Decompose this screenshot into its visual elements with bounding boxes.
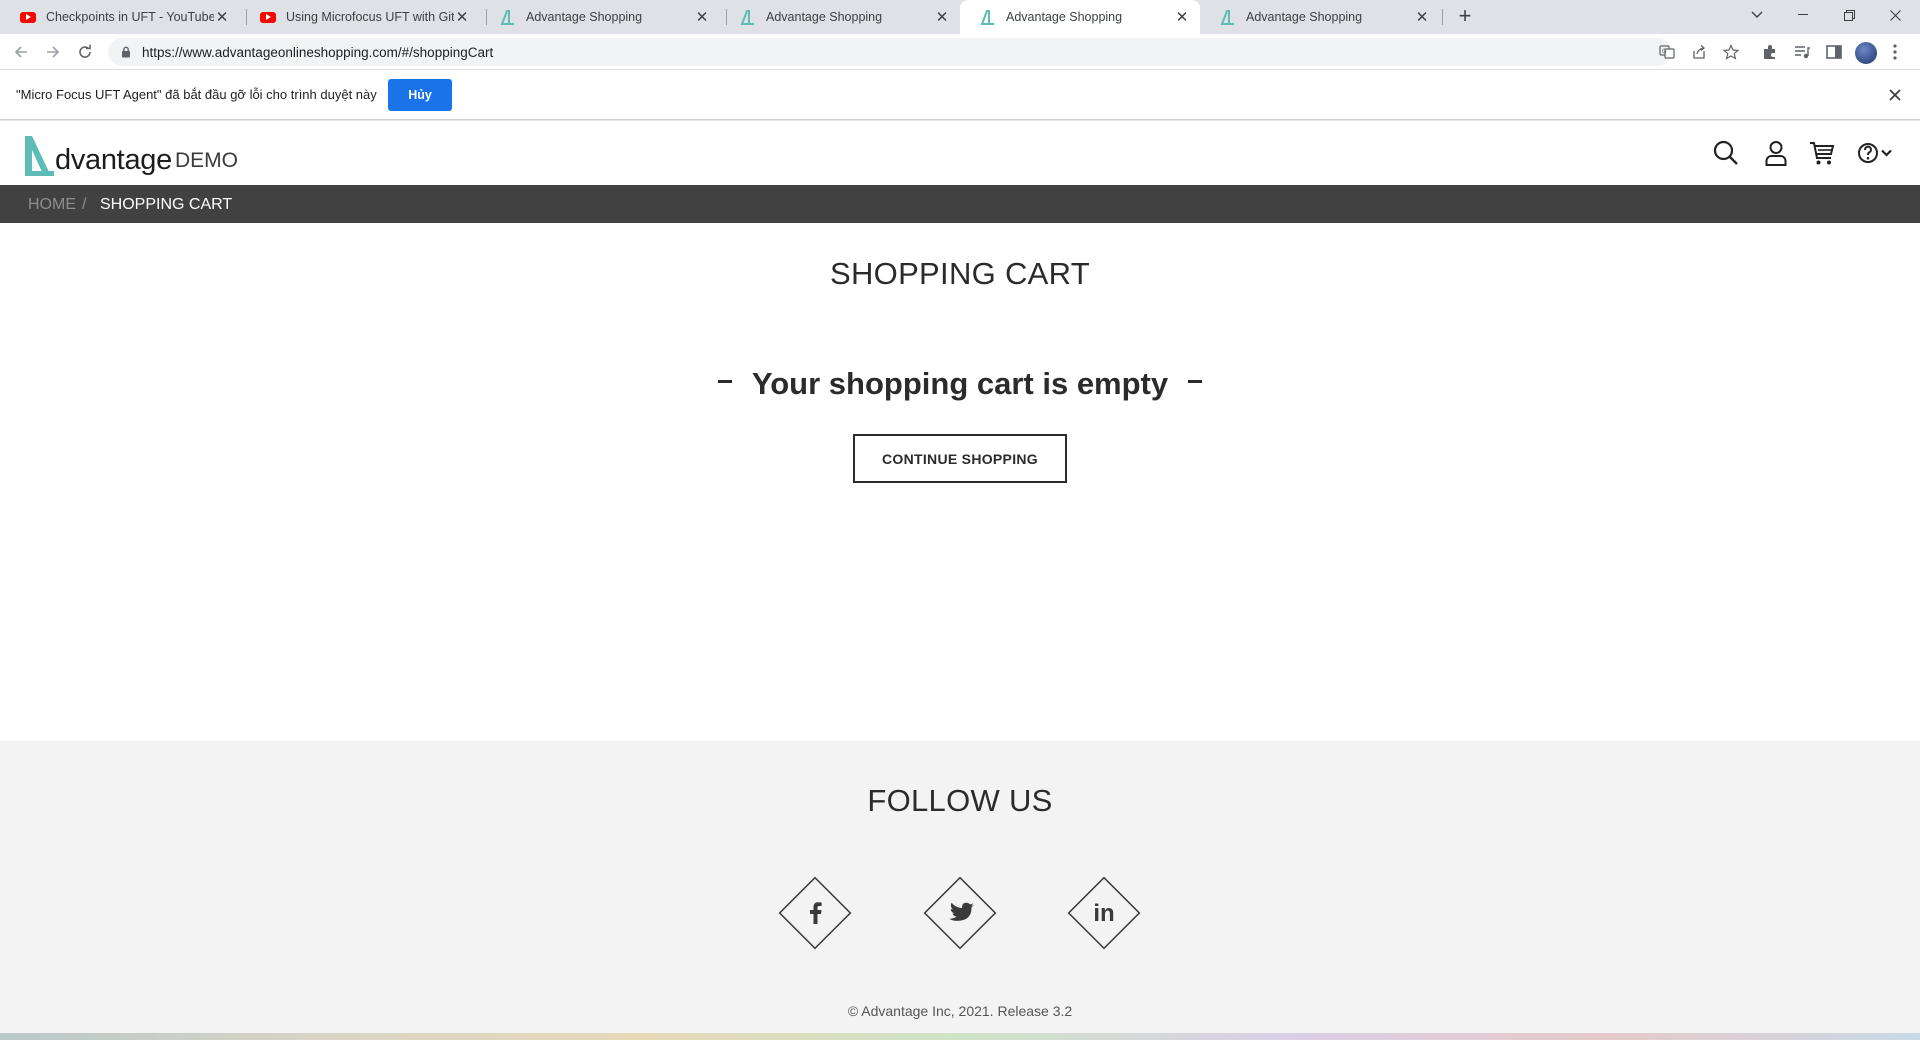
search-icon[interactable] <box>1712 139 1740 167</box>
profile-avatar[interactable] <box>1855 42 1877 64</box>
breadcrumb-separator: / <box>82 196 87 213</box>
twitter-icon[interactable] <box>918 871 1002 955</box>
user-icon[interactable] <box>1762 139 1790 167</box>
share-icon[interactable] <box>1691 44 1707 60</box>
media-queue-icon[interactable] <box>1792 42 1812 62</box>
copyright-text: © Advantage Inc, 2021. Release 3.2 <box>847 1003 1073 1019</box>
browser-tab[interactable]: Advantage Shopping ✕ <box>720 0 960 34</box>
advantage-icon <box>980 10 994 25</box>
minimize-icon[interactable] <box>1780 0 1826 30</box>
forward-icon[interactable] <box>41 40 65 64</box>
linkedin-glyph: in <box>1093 900 1114 927</box>
tab-search-icon[interactable] <box>1734 0 1780 30</box>
tab-title: Advantage Shopping <box>1006 10 1123 24</box>
tab-divider <box>1442 9 1443 25</box>
browser-tab[interactable]: Advantage Shopping ✕ <box>480 0 720 34</box>
decorative-dash <box>717 379 732 383</box>
infobar-message: "Micro Focus UFT Agent" đã bắt đầu gỡ lỗ… <box>16 87 377 102</box>
advantage-icon <box>740 10 754 25</box>
browser-tab[interactable]: Using Microfocus UFT with Git & ✕ <box>240 0 480 34</box>
bottom-edge-strip <box>0 1033 1920 1040</box>
tab-close-icon[interactable]: ✕ <box>934 9 950 26</box>
browser-tab[interactable]: Advantage Shopping ✕ <box>1200 0 1440 34</box>
logo-word: dvantage <box>55 144 172 176</box>
browser-toolbar: https://www.advantageonlineshopping.com/… <box>0 34 1920 70</box>
tab-title: Advantage Shopping <box>1246 10 1363 24</box>
youtube-icon <box>260 11 276 23</box>
tab-title: Using Microfocus UFT with Git & <box>286 10 454 24</box>
tab-close-icon[interactable]: ✕ <box>454 9 470 26</box>
advantage-icon <box>500 10 514 25</box>
follow-us-title: FOLLOW US <box>867 783 1053 818</box>
decorative-dash <box>1188 379 1203 383</box>
empty-cart-message-row: Your shopping cart is empty <box>0 366 1920 402</box>
new-tab-button[interactable]: + <box>1453 5 1477 29</box>
tab-close-icon[interactable]: ✕ <box>1174 9 1190 26</box>
tab-title: Checkpoints in UFT - YouTube <box>46 10 214 24</box>
tab-close-icon[interactable]: ✕ <box>214 9 230 26</box>
browser-tab[interactable]: Checkpoints in UFT - YouTube ✕ <box>0 0 240 34</box>
browser-tab-strip: Checkpoints in UFT - YouTube ✕ Using Mic… <box>0 0 1920 34</box>
tab-title: Advantage Shopping <box>766 10 883 24</box>
breadcrumb-home-link[interactable]: HOME <box>28 196 76 214</box>
facebook-icon[interactable] <box>773 871 857 955</box>
empty-cart-message: Your shopping cart is empty <box>751 366 1169 401</box>
tab-title: Advantage Shopping <box>526 10 643 24</box>
translate-icon[interactable]: G <box>1659 44 1675 60</box>
svg-text:G: G <box>1662 48 1667 55</box>
debugging-infobar: "Micro Focus UFT Agent" đã bắt đầu gỡ lỗ… <box>0 70 1920 120</box>
tab-close-icon[interactable]: ✕ <box>1414 9 1430 26</box>
site-header: dvantage DEMO <box>0 121 1920 185</box>
url-text: https://www.advantageonlineshopping.com/… <box>142 44 494 60</box>
advantage-logo[interactable]: dvantage DEMO <box>22 129 238 177</box>
logo-mark-icon <box>25 136 54 176</box>
close-window-icon[interactable] <box>1872 0 1918 30</box>
restore-icon[interactable] <box>1826 0 1872 30</box>
youtube-icon <box>20 11 36 23</box>
advantage-icon <box>1220 10 1234 25</box>
tab-close-icon[interactable]: ✕ <box>694 9 710 26</box>
address-bar[interactable]: https://www.advantageonlineshopping.com/… <box>108 38 1739 66</box>
cancel-debugging-button[interactable]: Hủy <box>388 79 452 111</box>
continue-shopping-button[interactable]: CONTINUE SHOPPING <box>853 434 1067 483</box>
page-title: SHOPPING CART <box>830 256 1090 291</box>
lock-icon <box>122 46 130 58</box>
breadcrumb: HOME / SHOPPING CART <box>0 185 1920 223</box>
back-icon[interactable] <box>9 40 33 64</box>
logo-demo: DEMO <box>174 149 238 172</box>
linkedin-icon[interactable]: in <box>1062 871 1146 955</box>
breadcrumb-current: SHOPPING CART <box>100 196 233 213</box>
reload-icon[interactable] <box>73 40 97 64</box>
browser-tab-active[interactable]: Advantage Shopping ✕ <box>960 0 1200 34</box>
side-panel-icon[interactable] <box>1824 42 1844 62</box>
close-icon[interactable] <box>1886 86 1904 104</box>
footer: FOLLOW US in © Advantage Inc, 2021. Rele… <box>0 741 1920 1033</box>
kebab-menu-icon[interactable] <box>1893 44 1897 60</box>
extensions-icon[interactable] <box>1760 42 1780 62</box>
bookmark-star-icon[interactable] <box>1723 44 1739 60</box>
help-dropdown-icon[interactable] <box>1856 139 1896 167</box>
cart-icon[interactable] <box>1808 139 1836 167</box>
